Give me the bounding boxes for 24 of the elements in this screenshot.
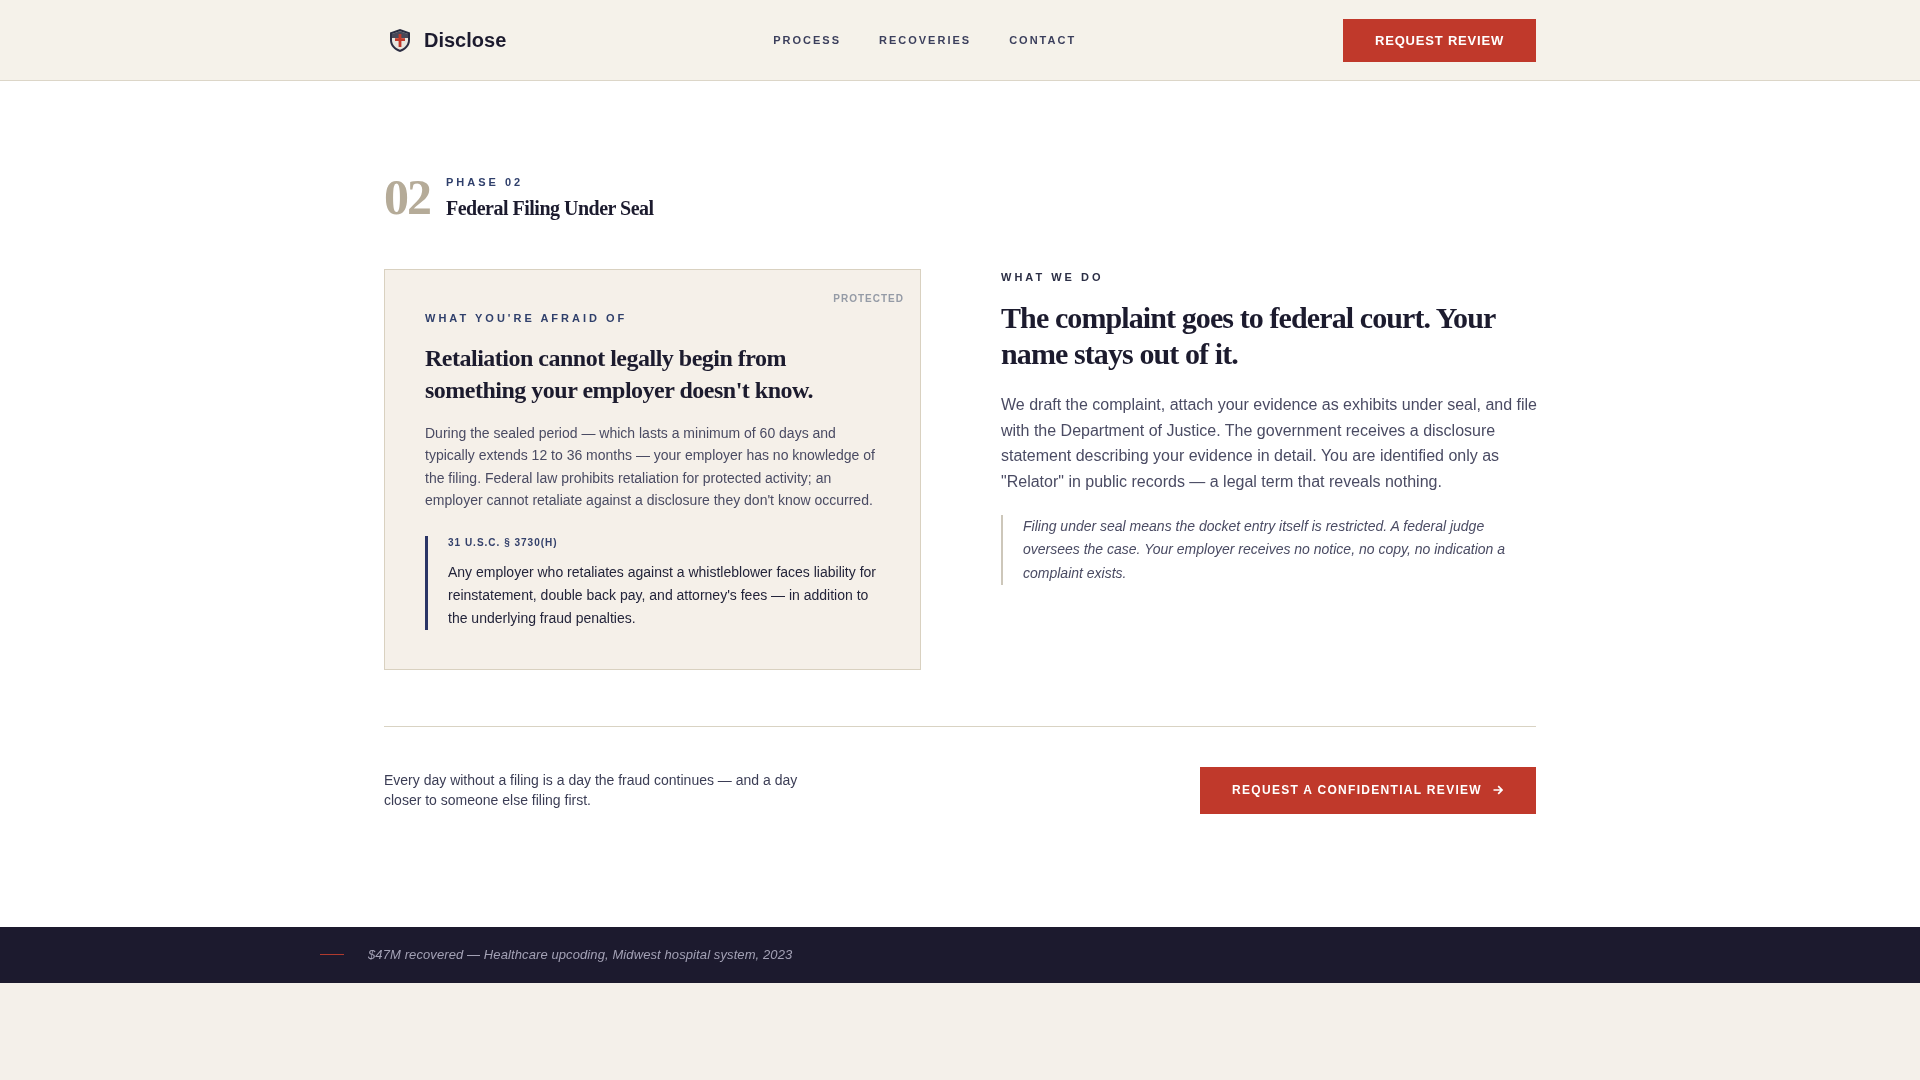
italic-note: Filing under seal means the docket entry itself is restricted. A federal judge oversees the case. Your employer receives no notice, no copy, no indication a complaint exists. bbox=[1001, 515, 1536, 585]
statute-citation: 31 U.S.C. § 3730(H) bbox=[448, 535, 559, 550]
nav-link[interactable]: PROCESS bbox=[773, 34, 841, 46]
dash-icon bbox=[320, 954, 344, 956]
quote-text: Any employer who retaliates against a whistleblower faces liability for reinstatement, double back pay, and attorney's fees — in addition to the underlying fraud penalties. bbox=[448, 562, 877, 628]
nav-link[interactable]: CONTACT bbox=[1009, 34, 1077, 46]
phase-label: PHASE 02 bbox=[446, 174, 524, 189]
arrow-icon bbox=[1493, 785, 1503, 796]
cta-text: Every day without a filing is a day the fraud continues — and a day closer to someone else filing first. bbox=[384, 771, 799, 811]
logo-link[interactable]: Disclose bbox=[384, 28, 507, 52]
status-label: PROTECTED bbox=[833, 293, 904, 305]
case-result-text: $47M recovered — Healthcare upcoding, Midwest hospital system, 2023 bbox=[368, 947, 793, 963]
phase-title: Federal Filing Under Seal bbox=[446, 195, 654, 220]
card-paragraph: During the sealed period — which lasts a minimum of 60 days and typically extends 12 to 36 months — your employer has no knowledge of the filing. Federal law prohibits retaliation for protected activity; an employer cannot retaliate against a disclosure they don't know occurred. bbox=[425, 424, 876, 511]
section-label: WHAT YOU'RE AFRAID OF bbox=[425, 311, 628, 326]
body-paragraph: We draft the complaint, attach your evidence as exhibits under seal, and file with the Department of Justice. The government receives a disclosure statement describing your evidence in detail. You are identified only as "Relator" in public records — a legal term that reveals nothing. bbox=[1001, 395, 1538, 492]
shield-icon bbox=[390, 28, 410, 52]
section-heading: The complaint goes to federal court. Your name stays out of it. bbox=[1001, 300, 1497, 372]
confidential-review-button[interactable]: REQUEST A CONFIDENTIAL REVIEW bbox=[1200, 766, 1536, 814]
phase-number: 02 bbox=[384, 172, 430, 222]
request-review-button[interactable]: REQUEST REVIEW bbox=[1343, 18, 1536, 62]
card-heading: Retaliation cannot legally begin from something your employer doesn't know. bbox=[425, 344, 814, 405]
nav-link[interactable]: RECOVERIES bbox=[879, 34, 972, 46]
section-label: WHAT WE DO bbox=[1001, 270, 1104, 285]
